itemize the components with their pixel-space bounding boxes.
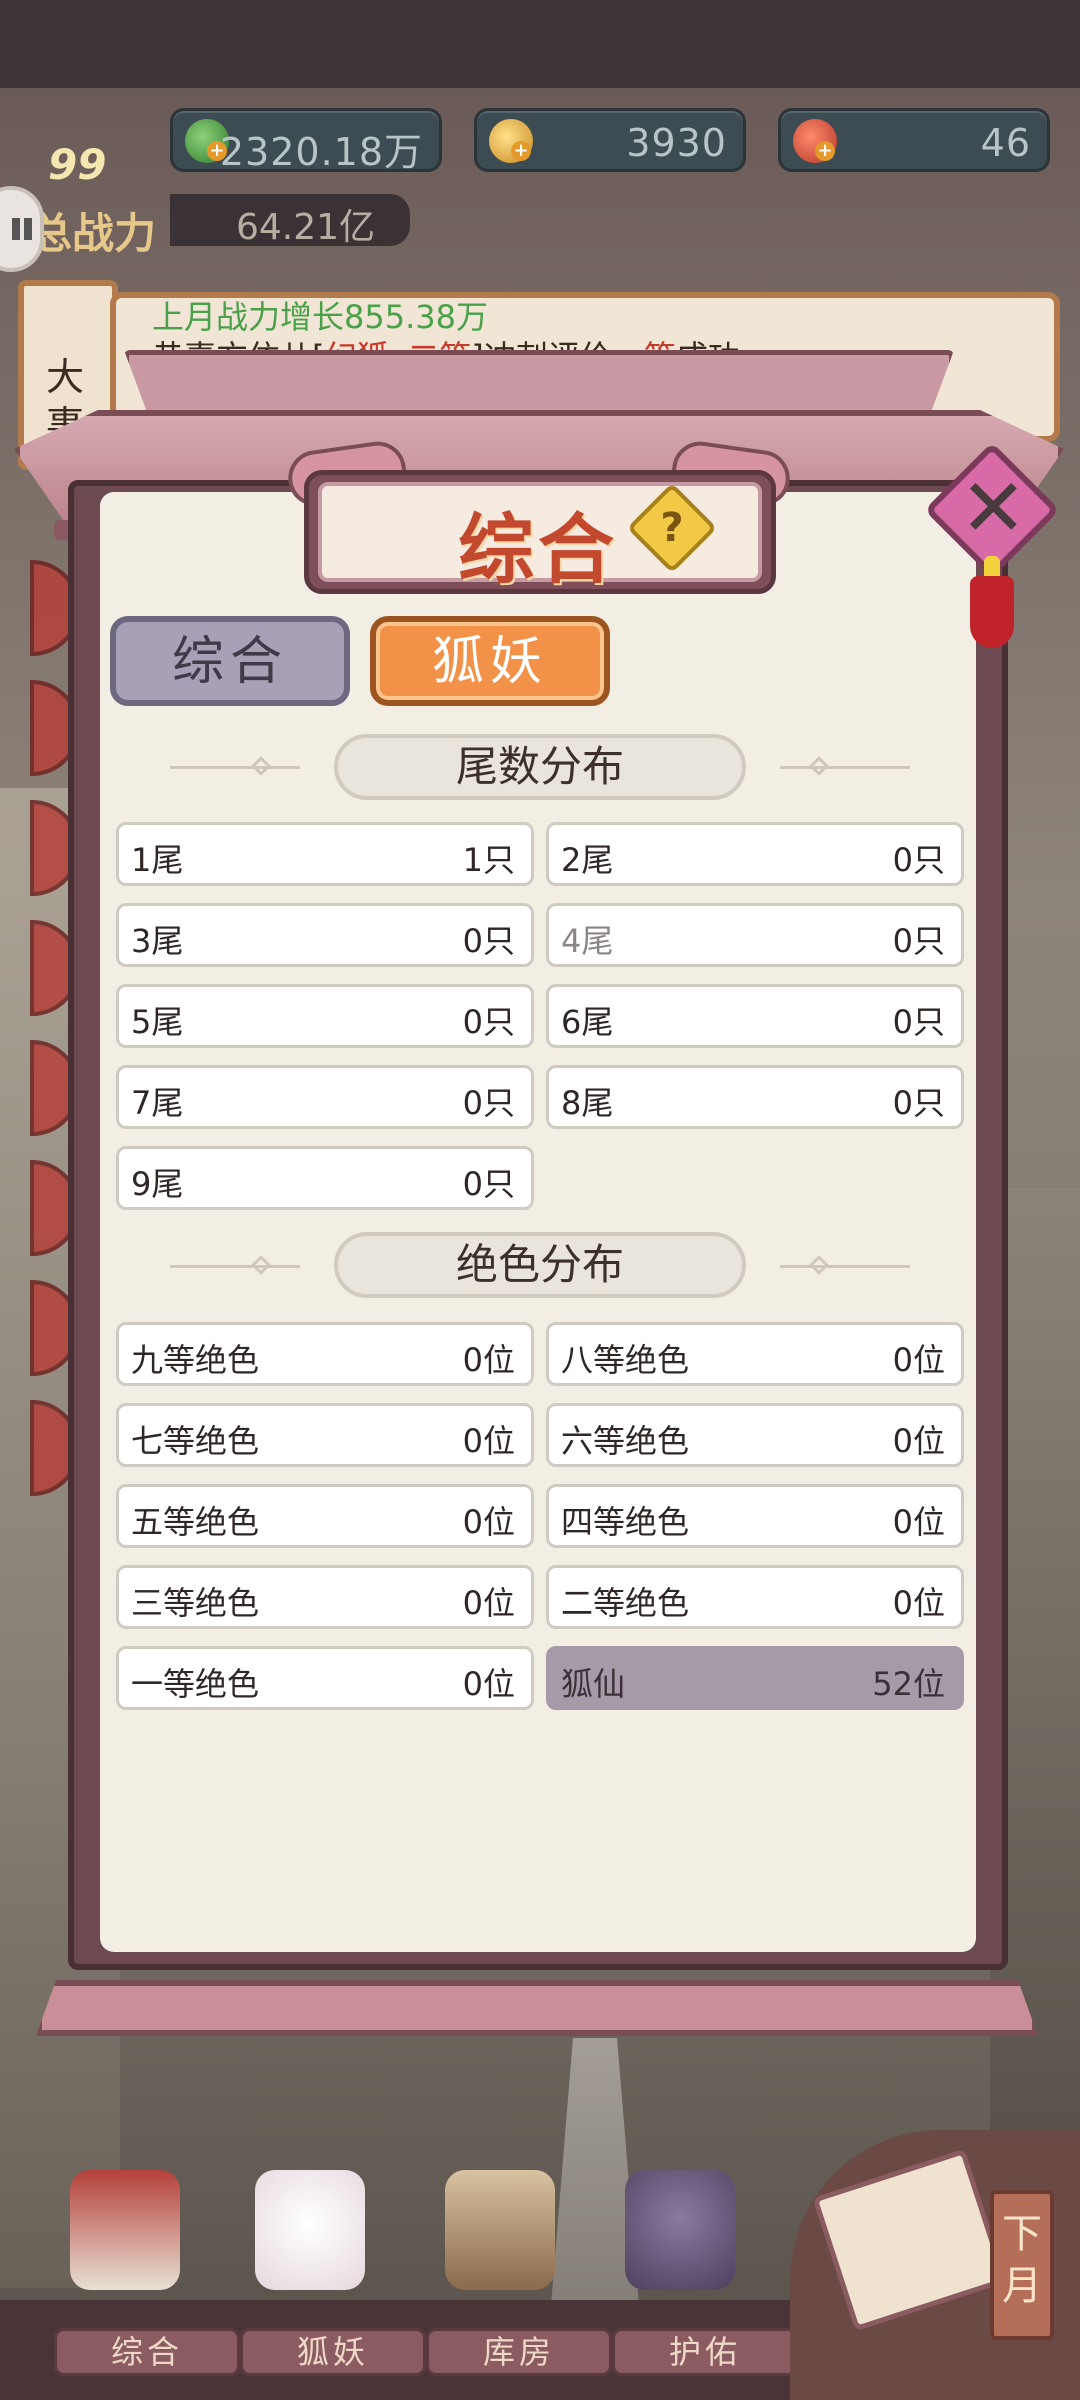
nav-label-overview[interactable]: 综合	[54, 2328, 240, 2376]
add-icon[interactable]: +	[815, 141, 835, 161]
add-icon[interactable]: +	[511, 141, 531, 161]
stat-cell: 七等绝色 0位	[116, 1403, 534, 1467]
divider	[780, 766, 910, 769]
stat-cell: 7尾 0只	[116, 1065, 534, 1129]
fruit-value: 46	[980, 121, 1031, 165]
tab-overview[interactable]: 综合	[110, 616, 350, 706]
stat-value: 0只	[892, 922, 945, 960]
stat-cell: 1尾 1只	[116, 822, 534, 886]
stat-label: 1尾	[131, 841, 184, 879]
stat-label: 五等绝色	[131, 1503, 260, 1541]
gold-resource[interactable]: + 3930	[474, 108, 746, 172]
stat-value: 52位	[872, 1665, 945, 1703]
power-value: 64.21亿	[236, 207, 376, 248]
stat-label: 三等绝色	[131, 1584, 260, 1622]
nav-label-blessing[interactable]: 护佑	[612, 2328, 798, 2376]
stat-cell: 4尾 0只	[546, 903, 964, 967]
gold-value: 3930	[626, 121, 727, 165]
gate-icon	[70, 2170, 180, 2290]
stat-value: 0位	[462, 1341, 515, 1379]
stat-cell: 8尾 0只	[546, 1065, 964, 1129]
stat-label: 5尾	[131, 1003, 184, 1041]
jade-resource[interactable]: + 2320.18万	[170, 108, 442, 174]
lotus-icon	[625, 2170, 735, 2290]
stat-label: 一等绝色	[131, 1665, 260, 1703]
stat-cell: 2尾 0只	[546, 822, 964, 886]
fruit-resource[interactable]: + 46	[778, 108, 1050, 172]
stat-label: 3尾	[131, 922, 184, 960]
dialog-base	[36, 1980, 1038, 2036]
stat-value: 0只	[462, 1084, 515, 1122]
nav-blessing[interactable]	[605, 2170, 755, 2300]
stat-value: 0位	[462, 1665, 515, 1703]
jade-value: 2320.18万	[219, 130, 423, 174]
stat-cell: 六等绝色 0位	[546, 1403, 964, 1467]
dialog-body	[100, 492, 976, 1952]
stat-label: 七等绝色	[131, 1422, 260, 1460]
stat-label: 二等绝色	[561, 1584, 690, 1622]
stat-label: 7尾	[131, 1084, 184, 1122]
tassel-decoration	[970, 576, 1014, 648]
player-level: 99	[48, 140, 107, 189]
stat-cell: 9尾 0只	[116, 1146, 534, 1210]
power-label: 总战力	[30, 209, 157, 258]
stat-value: 0只	[892, 841, 945, 879]
stat-label: 4尾	[561, 922, 614, 960]
stat-value: 1只	[462, 841, 515, 879]
storage-icon	[445, 2170, 555, 2290]
stat-label: 6尾	[561, 1003, 614, 1041]
divider	[170, 766, 300, 769]
status-bar	[0, 0, 1080, 88]
stat-value: 0只	[892, 1084, 945, 1122]
nav-label-storage[interactable]: 库房	[426, 2328, 612, 2376]
nav-storage[interactable]	[425, 2170, 575, 2300]
question-icon: ?	[660, 505, 684, 551]
fox-mask-icon	[255, 2170, 365, 2290]
tail-section-title: 尾数分布	[334, 734, 746, 800]
stat-label: 八等绝色	[561, 1341, 690, 1379]
stat-value: 0位	[892, 1341, 945, 1379]
dialog-title: 综合	[458, 505, 618, 594]
stat-label: 2尾	[561, 841, 614, 879]
stat-value: 0位	[462, 1584, 515, 1622]
stat-cell: 6尾 0只	[546, 984, 964, 1048]
stat-value: 0位	[462, 1422, 515, 1460]
stat-label: 8尾	[561, 1084, 614, 1122]
stat-cell: 三等绝色 0位	[116, 1565, 534, 1629]
stat-cell: 3尾 0只	[116, 903, 534, 967]
stat-label: 四等绝色	[561, 1503, 690, 1541]
beauty-section-title: 绝色分布	[334, 1232, 746, 1298]
stat-cell: 狐仙 52位	[546, 1646, 964, 1710]
stat-cell: 一等绝色 0位	[116, 1646, 534, 1710]
stat-cell: 八等绝色 0位	[546, 1322, 964, 1386]
stat-value: 0只	[462, 1165, 515, 1203]
close-icon: ✕	[959, 461, 1027, 555]
nav-label-fox[interactable]: 狐妖	[240, 2328, 426, 2376]
stat-cell: 二等绝色 0位	[546, 1565, 964, 1629]
stat-value: 0只	[462, 922, 515, 960]
stat-label: 狐仙	[561, 1665, 626, 1703]
tab-fox-demon[interactable]: 狐妖	[370, 616, 610, 706]
stat-label: 九等绝色	[131, 1341, 260, 1379]
stat-label: 9尾	[131, 1165, 184, 1203]
stat-value: 0只	[462, 1003, 515, 1041]
stat-cell: 五等绝色 0位	[116, 1484, 534, 1548]
stat-value: 0位	[462, 1503, 515, 1541]
stat-cell: 四等绝色 0位	[546, 1484, 964, 1548]
stat-cell: 5尾 0只	[116, 984, 534, 1048]
divider	[170, 1265, 300, 1268]
stat-cell: 九等绝色 0位	[116, 1322, 534, 1386]
next-month-label: 下月	[1002, 2211, 1042, 2309]
stat-value: 0位	[892, 1422, 945, 1460]
nav-overview[interactable]	[50, 2170, 200, 2300]
stat-label: 六等绝色	[561, 1422, 690, 1460]
stat-value: 0位	[892, 1584, 945, 1622]
stat-value: 0只	[892, 1003, 945, 1041]
nav-fox[interactable]	[235, 2170, 385, 2300]
divider	[780, 1265, 910, 1268]
stat-value: 0位	[892, 1503, 945, 1541]
next-month-button[interactable]: 下月	[990, 2190, 1054, 2340]
